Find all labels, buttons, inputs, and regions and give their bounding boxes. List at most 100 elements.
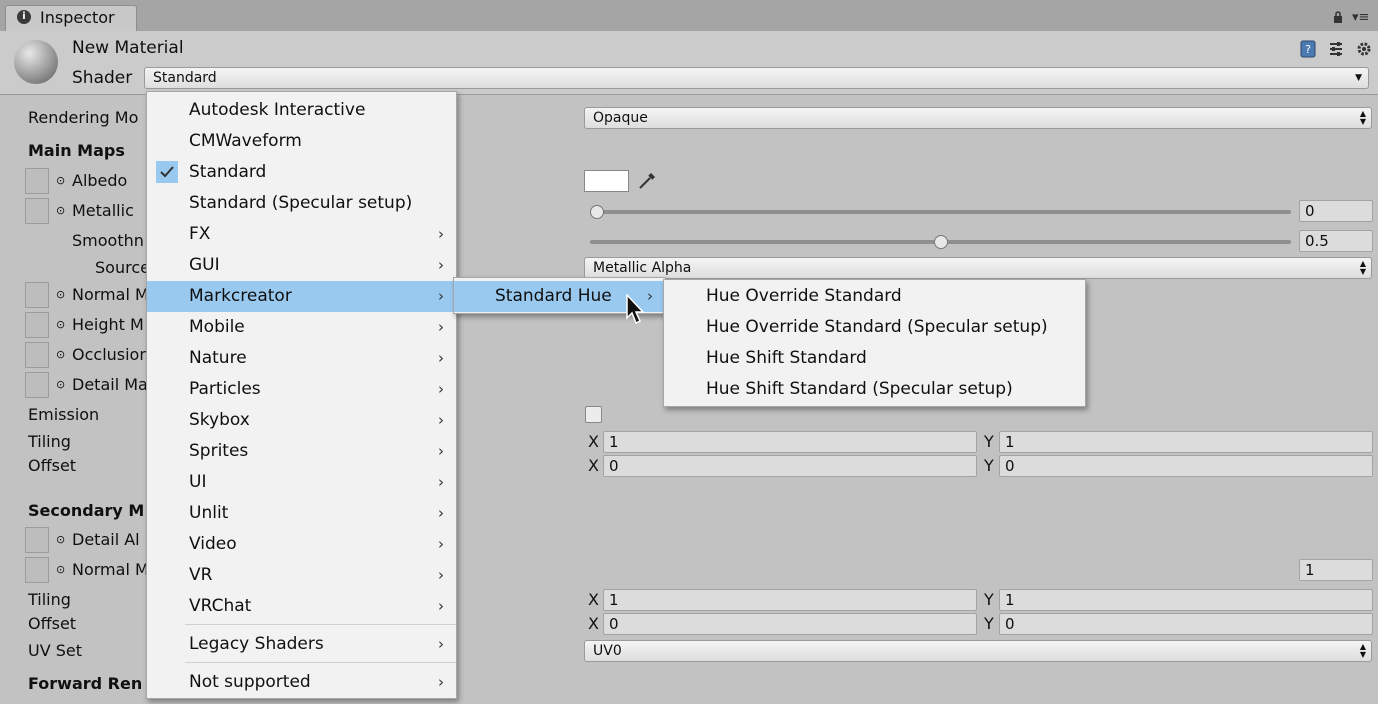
menu-item-nature[interactable]: Nature › [147, 343, 456, 374]
menu-item-particles[interactable]: Particles › [147, 374, 456, 405]
object-picker-icon[interactable]: ⊙ [56, 288, 65, 301]
main-maps-heading: Main Maps [28, 141, 125, 160]
up-down-arrows-icon: ▲ ▼ [1359, 109, 1366, 126]
chevron-right-icon: › [438, 225, 444, 243]
menu-item-label: Autodesk Interactive [189, 100, 366, 120]
chevron-right-icon: › [438, 318, 444, 336]
eyedropper-icon[interactable] [636, 170, 658, 192]
chevron-right-icon: › [438, 635, 444, 653]
menu-item-skybox[interactable]: Skybox › [147, 405, 456, 436]
help-book-icon[interactable]: ? [1299, 40, 1317, 58]
menu-item-label: UI [189, 472, 207, 492]
menu-item-gui[interactable]: GUI › [147, 250, 456, 281]
metallic-value-field[interactable]: 0 [1299, 200, 1373, 222]
emission-checkbox[interactable] [585, 406, 602, 423]
tiling-y-field[interactable]: 1 [999, 431, 1373, 453]
menu-item-label: FX [189, 224, 211, 244]
menu-item-sprites[interactable]: Sprites › [147, 436, 456, 467]
source-dropdown[interactable]: Metallic Alpha ▲ ▼ [584, 257, 1372, 279]
chevron-right-icon: › [438, 535, 444, 553]
height-map-label: Height M [72, 315, 144, 334]
tiling2-x-label: X [588, 590, 599, 609]
gear-icon[interactable] [1355, 40, 1373, 58]
menu-item-standard[interactable]: Standard [147, 157, 456, 188]
offset-y-field[interactable]: 0 [999, 455, 1373, 477]
menu-item-label: Standard Hue [495, 286, 612, 306]
object-picker-icon[interactable]: ⊙ [56, 533, 65, 546]
detail-albedo-texture-slot[interactable] [25, 527, 49, 553]
emission-label: Emission [28, 405, 100, 424]
menu-item-label: Particles [189, 379, 261, 399]
menu-item-legacy-shaders[interactable]: Legacy Shaders › [147, 629, 456, 660]
lock-icon[interactable] [1333, 11, 1343, 23]
rendering-mode-dropdown[interactable]: Opaque ▲ ▼ [584, 107, 1372, 129]
shader-dropdown[interactable]: Standard ▼ [144, 67, 1369, 89]
occlusion-label: Occlusion [72, 345, 150, 364]
chevron-right-icon: › [438, 442, 444, 460]
smoothness-slider-thumb[interactable] [933, 235, 948, 249]
object-picker-icon[interactable]: ⊙ [56, 204, 65, 217]
detail-mask-texture-slot[interactable] [25, 372, 49, 398]
menu-item-vr[interactable]: VR › [147, 560, 456, 591]
menu-item-label: Unlit [189, 503, 229, 523]
offset2-y-field[interactable]: 0 [999, 613, 1373, 635]
detail-albedo-label: Detail Al [72, 530, 140, 549]
menu-item-not-supported[interactable]: Not supported › [147, 667, 456, 698]
chevron-right-icon: › [647, 287, 653, 305]
preset-sliders-icon[interactable] [1327, 40, 1345, 58]
menu-item-cmwaveform[interactable]: CMWaveform [147, 126, 456, 157]
occlusion-texture-slot[interactable] [25, 342, 49, 368]
up-down-arrows-icon: ▲ ▼ [1359, 259, 1366, 276]
chevron-right-icon: › [438, 597, 444, 615]
tiling-x-field[interactable]: 1 [603, 431, 977, 453]
smoothness-value-field[interactable]: 0.5 [1299, 230, 1373, 252]
menu-item-vrchat[interactable]: VRChat › [147, 591, 456, 622]
height-texture-slot[interactable] [25, 312, 49, 338]
normal-texture-slot[interactable] [25, 282, 49, 308]
menu-item-hue-override-standard-specular[interactable]: Hue Override Standard (Specular setup) [664, 312, 1085, 343]
object-picker-icon[interactable]: ⊙ [56, 378, 65, 391]
rendering-mode-label: Rendering Mo [28, 108, 139, 127]
menu-item-video[interactable]: Video › [147, 529, 456, 560]
tiling2-x-field[interactable]: 1 [603, 589, 977, 611]
shader-dropdown-value: Standard [153, 70, 217, 86]
offset2-x-field[interactable]: 0 [603, 613, 977, 635]
offset-x-field[interactable]: 0 [603, 455, 977, 477]
shader-menu: Autodesk Interactive CMWaveform Standard… [146, 91, 457, 699]
chevron-right-icon: › [438, 287, 444, 305]
metallic-slider-track[interactable] [590, 210, 1291, 214]
tab-menu-icon[interactable]: ▾≡ [1352, 10, 1369, 25]
secondary-normal-scale-field[interactable]: 1 [1299, 559, 1373, 581]
menu-item-label: Standard (Specular setup) [189, 193, 413, 213]
metallic-texture-slot[interactable] [25, 198, 49, 224]
menu-item-unlit[interactable]: Unlit › [147, 498, 456, 529]
menu-item-fx[interactable]: FX › [147, 219, 456, 250]
menu-item-mobile[interactable]: Mobile › [147, 312, 456, 343]
tab-inspector[interactable]: i Inspector [5, 5, 137, 31]
menu-item-hue-shift-standard[interactable]: Hue Shift Standard [664, 343, 1085, 374]
albedo-texture-slot[interactable] [25, 168, 49, 194]
chevron-right-icon: › [438, 256, 444, 274]
chevron-right-icon: › [438, 380, 444, 398]
uv-set-dropdown[interactable]: UV0 ▲ ▼ [584, 640, 1372, 662]
albedo-label: Albedo [72, 171, 128, 190]
albedo-color-swatch[interactable] [584, 170, 629, 192]
object-picker-icon[interactable]: ⊙ [56, 348, 65, 361]
object-picker-icon[interactable]: ⊙ [56, 318, 65, 331]
menu-item-hue-shift-standard-specular[interactable]: Hue Shift Standard (Specular setup) [664, 374, 1085, 405]
object-picker-icon[interactable]: ⊙ [56, 174, 65, 187]
menu-item-hue-override-standard[interactable]: Hue Override Standard [664, 281, 1085, 312]
offset2-x-label: X [588, 614, 599, 633]
menu-item-label: Hue Shift Standard (Specular setup) [706, 379, 1013, 399]
offset2-y-label: Y [984, 614, 994, 633]
tab-bar [0, 0, 1378, 32]
menu-item-ui[interactable]: UI › [147, 467, 456, 498]
metallic-slider-thumb[interactable] [590, 205, 604, 219]
menu-item-standard-specular[interactable]: Standard (Specular setup) [147, 188, 456, 219]
menu-item-autodesk-interactive[interactable]: Autodesk Interactive [147, 95, 456, 126]
menu-item-label: Nature [189, 348, 247, 368]
secondary-normal-texture-slot[interactable] [25, 557, 49, 583]
menu-item-markcreator[interactable]: Markcreator › [147, 281, 456, 312]
object-picker-icon[interactable]: ⊙ [56, 563, 65, 576]
tiling2-y-field[interactable]: 1 [999, 589, 1373, 611]
